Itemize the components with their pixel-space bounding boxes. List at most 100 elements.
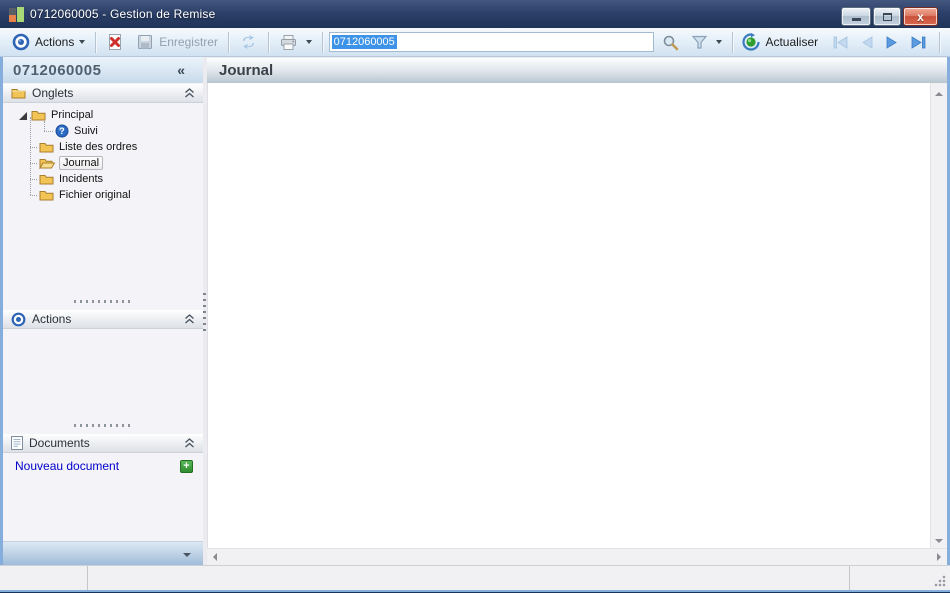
actions-menu-label: Actions (35, 35, 75, 49)
horizontal-scrollbar[interactable] (207, 548, 947, 565)
scroll-right-icon[interactable] (937, 553, 945, 561)
actions-panel-header[interactable]: Actions (3, 309, 203, 329)
nav-last-button[interactable] (906, 33, 931, 52)
nav-first-button[interactable] (828, 33, 853, 52)
maximize-icon (882, 12, 892, 21)
target-icon (11, 312, 26, 327)
tree-item-label: Principal (51, 109, 94, 121)
collapse-sidebar-button[interactable]: « (169, 62, 193, 78)
journal-canvas[interactable] (208, 83, 930, 548)
filter-icon (691, 35, 708, 50)
tree-item-label-selected: Journal (59, 156, 104, 170)
vertical-scrollbar[interactable] (930, 83, 947, 548)
refresh-icon (742, 33, 761, 51)
tree-item-label: Fichier original (59, 189, 131, 201)
status-cell-left (0, 566, 88, 590)
folder-icon (39, 141, 54, 153)
toolbar-separator (939, 31, 941, 53)
record-id-heading: 0712060005 (13, 61, 102, 79)
collapse-panel-icon[interactable] (184, 438, 195, 448)
tree-item-label: Liste des ordres (59, 141, 138, 153)
refresh-button[interactable]: Actualiser (736, 31, 824, 53)
tree-item-principal[interactable]: Principal (3, 107, 203, 123)
main-panel: Journal (207, 57, 947, 565)
documents-panel-title: Documents (29, 436, 90, 450)
sidebar-bottom-bar (3, 541, 203, 565)
window-title: 0712060005 - Gestion de Remise (30, 7, 216, 21)
save-icon (136, 33, 154, 51)
chevron-down-icon[interactable] (715, 40, 722, 47)
folder-icon (11, 87, 26, 99)
application-window: 0712060005 - Gestion de Remise x Actions (0, 0, 950, 593)
tree-item-fichier-original[interactable]: Fichier original (3, 187, 203, 203)
sidebar-resize-handle[interactable] (203, 293, 206, 333)
record-search-input[interactable]: 0712060005 (328, 32, 654, 52)
panel-splitter[interactable] (3, 417, 203, 433)
close-button[interactable]: x (903, 7, 938, 26)
help-icon: ? (55, 124, 69, 138)
folder-icon (39, 173, 54, 185)
documents-panel-header[interactable]: Documents (3, 433, 203, 453)
status-cell-main (88, 566, 850, 590)
page-title: Journal (219, 62, 274, 79)
save-button-label: Enregistrer (159, 35, 218, 49)
refresh-button-label: Actualiser (765, 35, 819, 49)
toolbar-separator (267, 31, 269, 53)
collapse-panel-icon[interactable] (184, 88, 195, 98)
panel-splitter[interactable] (3, 293, 203, 309)
add-document-icon[interactable]: + (180, 459, 193, 473)
document-icon (11, 436, 23, 450)
nav-next-button[interactable] (881, 33, 903, 52)
delete-button[interactable] (100, 31, 130, 53)
onglets-panel-title: Onglets (32, 86, 74, 100)
folder-icon (39, 189, 54, 201)
tree-item-label: Suivi (74, 125, 98, 137)
journal-content (207, 83, 947, 548)
actions-menu-button[interactable]: Actions (6, 31, 91, 53)
sidebar-header: 0712060005 « (3, 57, 203, 83)
scroll-down-icon[interactable] (935, 539, 943, 547)
sync-button[interactable] (233, 32, 264, 52)
tree-item-label: Incidents (59, 173, 104, 185)
tree-item-incidents[interactable]: Incidents (3, 171, 203, 187)
search-button[interactable] (656, 32, 685, 53)
maximize-button[interactable] (873, 7, 901, 26)
toolbar-separator (95, 31, 97, 53)
tree-item-liste-des-ordres[interactable]: Liste des ordres (3, 139, 203, 155)
scroll-up-icon[interactable] (935, 88, 943, 96)
delete-icon (106, 33, 124, 51)
target-icon (12, 33, 30, 51)
filter-button[interactable] (685, 33, 728, 52)
titlebar: 0712060005 - Gestion de Remise x (0, 0, 950, 28)
folder-open-icon (39, 157, 55, 169)
save-button[interactable]: Enregistrer (130, 31, 224, 53)
scroll-left-icon[interactable] (209, 553, 217, 561)
svg-text:?: ? (59, 126, 65, 136)
toolbar-separator (731, 31, 733, 53)
onglets-tree: Principal ? Suivi Liste des ordres Journ… (3, 103, 203, 293)
nav-previous-button[interactable] (856, 33, 878, 52)
expand-triangle-icon[interactable] (19, 112, 27, 120)
status-bar (0, 565, 950, 590)
search-icon (662, 34, 679, 51)
chevron-down-icon[interactable] (305, 40, 312, 47)
printer-icon (279, 34, 298, 51)
resize-grip[interactable] (934, 575, 946, 587)
minimize-button[interactable] (841, 7, 871, 26)
onglets-panel-header[interactable]: Onglets (3, 83, 203, 103)
chevron-down-icon (79, 40, 86, 47)
actions-panel-content (3, 329, 203, 417)
tree-item-suivi[interactable]: ? Suivi (3, 123, 203, 139)
chevron-down-icon[interactable] (183, 553, 191, 557)
documents-panel-content: Nouveau document + (3, 453, 203, 541)
tree-item-journal[interactable]: Journal (3, 155, 203, 171)
minimize-icon (851, 18, 861, 21)
collapse-panel-icon[interactable] (184, 314, 195, 324)
folder-icon (31, 109, 46, 121)
toolbar: Actions Enregistrer 0712060005 Actualise… (0, 28, 950, 57)
toolbar-separator (321, 31, 323, 53)
content-area: 0712060005 « Onglets Principal ? Suivi L… (3, 57, 947, 565)
app-icon (9, 6, 24, 22)
print-button[interactable] (273, 32, 318, 53)
new-document-link[interactable]: Nouveau document (15, 459, 180, 473)
